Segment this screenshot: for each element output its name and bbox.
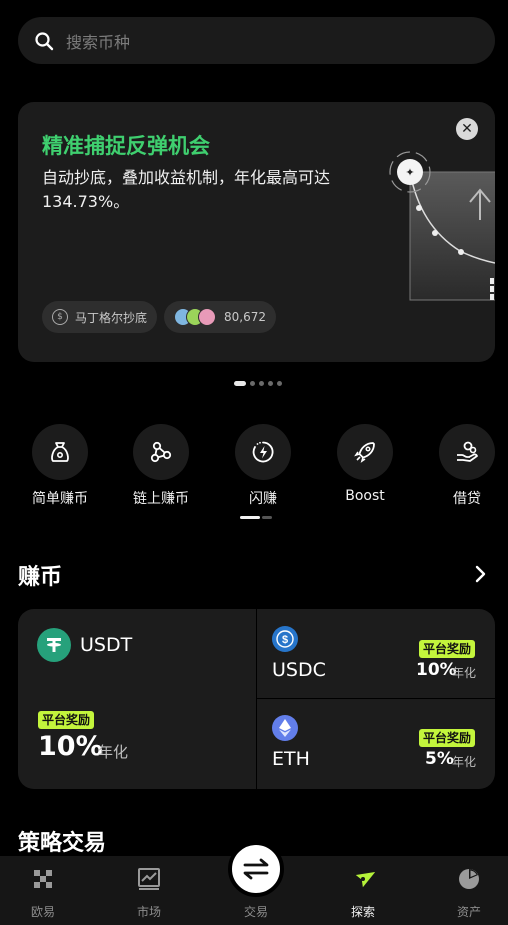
quick-action-label: 链上赚币 (133, 491, 189, 507)
quick-action-label: 借贷 (453, 491, 481, 507)
user-avatars (174, 308, 216, 326)
carousel-dot[interactable] (250, 381, 255, 386)
usdt-rate: 10% (38, 731, 103, 762)
quick-action-boost[interactable]: Boost (320, 424, 410, 504)
search-bar[interactable]: 搜索币种 (18, 17, 495, 64)
platform-reward-badge: 平台奖励 (419, 729, 476, 747)
quick-action-label: 闪赚 (249, 491, 277, 507)
participants-chip[interactable]: 80,672 (164, 301, 276, 333)
earn-products-card: USDT 平台奖励 10% 年化 $ USDC 平台奖励 10% 年化 ETH … (18, 609, 495, 789)
quick-action-loan[interactable]: 借贷 (422, 424, 508, 508)
carousel-dot[interactable] (234, 381, 246, 386)
eth-icon (272, 715, 298, 741)
avatar (198, 308, 216, 326)
usdc-name: USDC (272, 659, 326, 681)
close-icon: ✕ (461, 121, 473, 137)
quick-actions: 简单赚币 链上赚币 闪赚 Boost 借贷 (0, 424, 508, 507)
carousel-dot[interactable] (268, 381, 273, 386)
tab-label: 交易 (243, 905, 268, 919)
quick-action-onchain-earn[interactable]: 链上赚币 (116, 424, 206, 508)
rebound-chart-illustration: ✦ (389, 151, 495, 301)
strategy-section-title: 策略交易 (18, 831, 107, 856)
chain-nodes-icon (150, 441, 172, 463)
strategy-tag[interactable]: $ 马丁格尔抄底 (42, 301, 158, 333)
usdc-rate-unit: 年化 (452, 666, 477, 680)
tab-label: 资产 (456, 905, 481, 919)
platform-reward-badge: 平台奖励 (419, 640, 476, 658)
platform-reward-badge: 平台奖励 (38, 711, 95, 729)
banner-title: 精准捕捉反弹机会 (42, 134, 210, 158)
dollar-coin-icon: $ (52, 309, 68, 325)
banner-description: 自动抄底，叠加收益机制，年化最高可达134.73%。 (42, 168, 331, 211)
pie-chart-icon (459, 869, 479, 889)
usdt-name: USDT (80, 634, 133, 656)
strategy-tag-label: 马丁格尔抄底 (75, 310, 148, 325)
money-bag-icon (51, 442, 69, 462)
tab-label: 探索 (350, 905, 375, 919)
earn-section-title: 赚币 (18, 565, 63, 590)
banner-close-button[interactable]: ✕ (456, 118, 478, 140)
rocket-icon (354, 442, 375, 463)
chevron-right-icon[interactable] (470, 564, 490, 584)
carousel-indicator (234, 381, 282, 386)
tab-explore[interactable]: 探索 (318, 856, 408, 925)
usdc-rate: 10% (416, 660, 457, 680)
trade-button[interactable] (228, 841, 284, 897)
carousel-dot[interactable] (277, 381, 282, 386)
tab-label: 欧易 (30, 905, 55, 919)
eth-rate-unit: 年化 (452, 755, 477, 769)
chart-icon (138, 868, 160, 890)
compass-icon (355, 871, 375, 888)
usdc-icon: $ (272, 626, 298, 652)
eth-rate: 5% (425, 749, 454, 769)
flash-timer-icon (252, 441, 274, 463)
tab-label: 市场 (136, 905, 161, 919)
hand-coin-icon (457, 441, 478, 462)
quick-actions-scroll-indicator (240, 516, 272, 519)
svg-text:$: $ (282, 634, 288, 646)
carousel-dot[interactable] (259, 381, 264, 386)
swap-icon (243, 858, 269, 880)
quick-action-label: 简单赚币 (32, 491, 88, 507)
search-placeholder: 搜索币种 (66, 32, 131, 52)
tab-assets[interactable]: 资产 (424, 856, 508, 925)
svg-text:✦: ✦ (405, 166, 414, 179)
usdt-rate-unit: 年化 (98, 743, 129, 761)
divider (256, 609, 257, 789)
participants-count: 80,672 (224, 310, 266, 324)
quick-action-flash-earn[interactable]: 闪赚 (218, 424, 308, 508)
exchange-logo-icon (34, 870, 52, 888)
quick-action-label: Boost (345, 488, 385, 504)
usdt-icon (37, 628, 71, 662)
eth-name: ETH (272, 748, 310, 770)
quick-action-simple-earn[interactable]: 简单赚币 (15, 424, 105, 508)
tab-market[interactable]: 市场 (104, 856, 194, 925)
promo-banner[interactable]: 精准捕捉反弹机会 自动抄底，叠加收益机制，年化最高可达134.73%。 ✕ ✦ … (18, 102, 495, 362)
tab-home[interactable]: 欧易 (0, 856, 88, 925)
search-icon (35, 31, 54, 50)
divider (257, 698, 495, 699)
